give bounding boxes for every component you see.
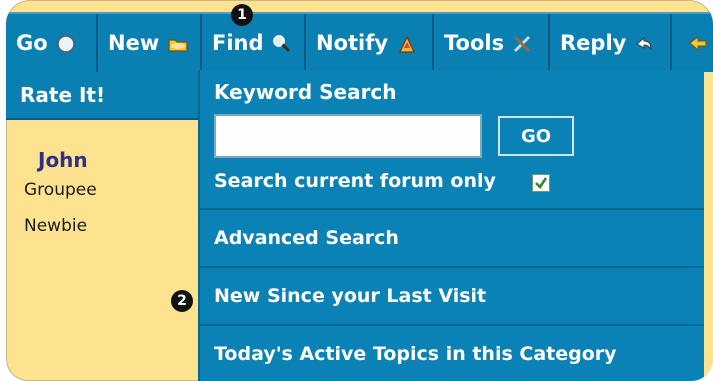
toolbar-notify[interactable]: Notify [306,14,434,72]
reply-icon [634,34,654,52]
rate-it-bar[interactable]: Rate It! [6,72,198,120]
toolbar-reply[interactable]: Reply [550,14,672,72]
advanced-search-item[interactable]: Advanced Search [200,208,706,266]
toolbar-more[interactable] [672,14,713,72]
callout-badge-2: 2 [171,290,193,312]
toolbar-new-label: New [108,31,160,55]
rate-it-label: Rate It! [20,83,106,107]
content-edge [704,72,713,381]
bell-icon [396,34,416,53]
toolbar-find-label: Find [212,31,264,55]
toolbar-go[interactable]: Go [6,14,98,72]
checkmark-icon [535,177,548,190]
user-profile: John Groupee Newbie [6,120,198,381]
new-since-last-visit-label: New Since your Last Visit [214,285,487,307]
toolbar-find[interactable]: Find [202,14,306,72]
folder-icon [167,34,188,52]
compass-icon [56,34,76,53]
keyword-search-input[interactable] [214,114,482,158]
todays-active-topics-label: Today's Active Topics in this Category [214,342,617,365]
magnifier-icon [272,34,292,53]
toolbar-new[interactable]: New [98,14,202,72]
todays-active-topics-item[interactable]: Today's Active Topics in this Category [200,324,706,381]
arrow-icon [688,34,708,52]
toolbar-notify-label: Notify [316,31,389,55]
search-current-forum-checkbox[interactable] [532,174,550,192]
toolbar-go-label: Go [16,31,48,55]
toolbar-reply-label: Reply [560,31,627,55]
user-group: Groupee [24,180,97,200]
username[interactable]: John [38,148,88,172]
keyword-search-section: Keyword Search GO Search current forum o… [200,70,706,210]
toolbar-tools[interactable]: Tools [434,14,550,72]
toolbar: Go New Find Notify Tools Reply [6,12,713,74]
advanced-search-label: Advanced Search [214,227,399,249]
find-dropdown-menu: Keyword Search GO Search current forum o… [198,70,706,381]
user-rank: Newbie [24,216,88,236]
go-button[interactable]: GO [498,116,574,156]
new-since-last-visit-item[interactable]: New Since your Last Visit [200,266,706,324]
tools-icon [512,34,532,53]
forum-frame: Go New Find Notify Tools Reply Rate It! … [6,0,713,381]
search-current-forum-label: Search current forum only [214,170,496,192]
toolbar-tools-label: Tools [444,31,505,55]
keyword-search-title: Keyword Search [214,80,397,104]
callout-badge-1: 1 [231,4,253,26]
